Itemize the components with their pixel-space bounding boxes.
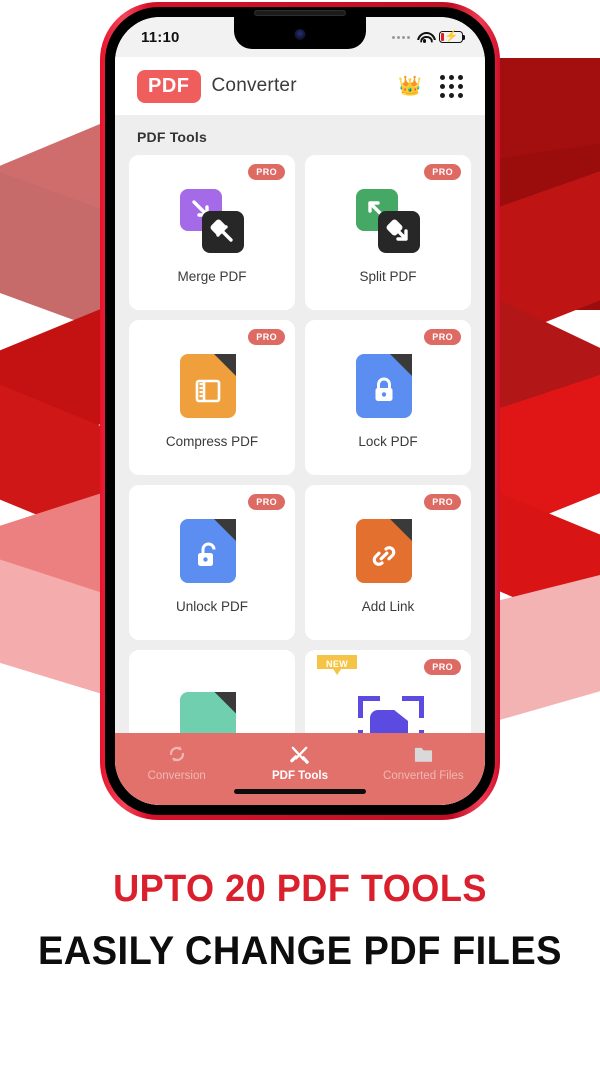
pro-badge: PRO <box>424 164 461 180</box>
section-title: PDF Tools <box>137 129 207 145</box>
caption-line-1: UPTO 20 PDF TOOLS <box>113 868 487 910</box>
earpiece-speaker <box>254 10 346 16</box>
pro-badge: PRO <box>424 329 461 345</box>
nav-label: Conversion <box>147 770 206 782</box>
split-pdf-icon <box>356 189 420 253</box>
merge-pdf-icon <box>180 189 244 253</box>
tool-grid: PRO Merge PDF PRO Split PDF PRO Compress… <box>115 155 485 805</box>
tools-content: PDF Tools PRO Merge PDF PRO Split PDF PR… <box>115 115 485 805</box>
compress-pdf-icon <box>180 354 244 418</box>
front-camera-icon <box>294 29 306 40</box>
tool-card-lock-pdf[interactable]: PRO Lock PDF <box>305 320 471 475</box>
phone-screen: 11:10 ⚡ PDF Converter 👑 PDF Tools PRO Me… <box>115 17 485 805</box>
lock-pdf-icon <box>356 354 420 418</box>
tool-label: Merge PDF <box>177 269 247 284</box>
phone-mockup: 11:10 ⚡ PDF Converter 👑 PDF Tools PRO Me… <box>100 2 500 820</box>
tool-label: Compress PDF <box>165 434 259 449</box>
status-time: 11:10 <box>141 28 180 46</box>
folder-icon <box>413 743 434 765</box>
pro-badge: PRO <box>248 164 285 180</box>
home-indicator <box>234 789 366 794</box>
nav-label: PDF Tools <box>271 770 328 782</box>
tools-icon <box>289 743 310 765</box>
unlock-pdf-icon <box>180 519 244 583</box>
tool-card-add-link[interactable]: PRO Add Link <box>305 485 471 640</box>
tool-card-compress-pdf[interactable]: PRO Compress PDF <box>129 320 295 475</box>
wifi-icon <box>417 31 432 43</box>
add-link-icon <box>356 519 420 583</box>
screen-notch <box>234 17 366 49</box>
tool-card-split-pdf[interactable]: PRO Split PDF <box>305 155 471 310</box>
tool-label: Split PDF <box>359 269 417 284</box>
header-actions: 👑 <box>398 74 463 98</box>
nav-label: Converted Files <box>383 770 464 782</box>
nav-item-conversion[interactable]: Conversion <box>116 743 238 782</box>
caption-line-2: EASILY CHANGE PDF FILES <box>37 928 563 973</box>
tool-label: Unlock PDF <box>175 599 248 614</box>
tool-card-merge-pdf[interactable]: PRO Merge PDF <box>129 155 295 310</box>
app-title: Converter <box>211 75 297 96</box>
signal-dots-icon <box>392 35 410 39</box>
battery-charging-icon: ⚡ <box>439 31 466 43</box>
pro-badge: PRO <box>248 329 285 345</box>
app-logo: PDF <box>137 69 201 103</box>
tool-card-unlock-pdf[interactable]: PRO Unlock PDF <box>129 485 295 640</box>
pro-badge: PRO <box>248 494 285 510</box>
status-indicators: ⚡ <box>392 31 466 43</box>
pro-badge: PRO <box>424 659 461 675</box>
crown-icon[interactable]: 👑 <box>398 77 422 96</box>
tool-label: Add Link <box>361 599 415 614</box>
new-badge: NEW <box>317 655 358 675</box>
app-grid-icon[interactable] <box>440 74 463 98</box>
pro-badge: PRO <box>424 494 461 510</box>
refresh-icon <box>167 743 187 765</box>
nav-item-converted-files[interactable]: Converted Files <box>362 743 484 782</box>
promo-captions: UPTO 20 PDF TOOLS EASILY CHANGE PDF FILE… <box>0 868 600 974</box>
app-header: PDF Converter 👑 <box>115 57 485 115</box>
tool-label: Lock PDF <box>358 434 418 449</box>
nav-item-pdf-tools[interactable]: PDF Tools <box>239 743 361 782</box>
bottom-navigation: Conversion PDF Tools Converted Files <box>115 733 485 805</box>
phone-bezel: 11:10 ⚡ PDF Converter 👑 PDF Tools PRO Me… <box>105 7 495 815</box>
